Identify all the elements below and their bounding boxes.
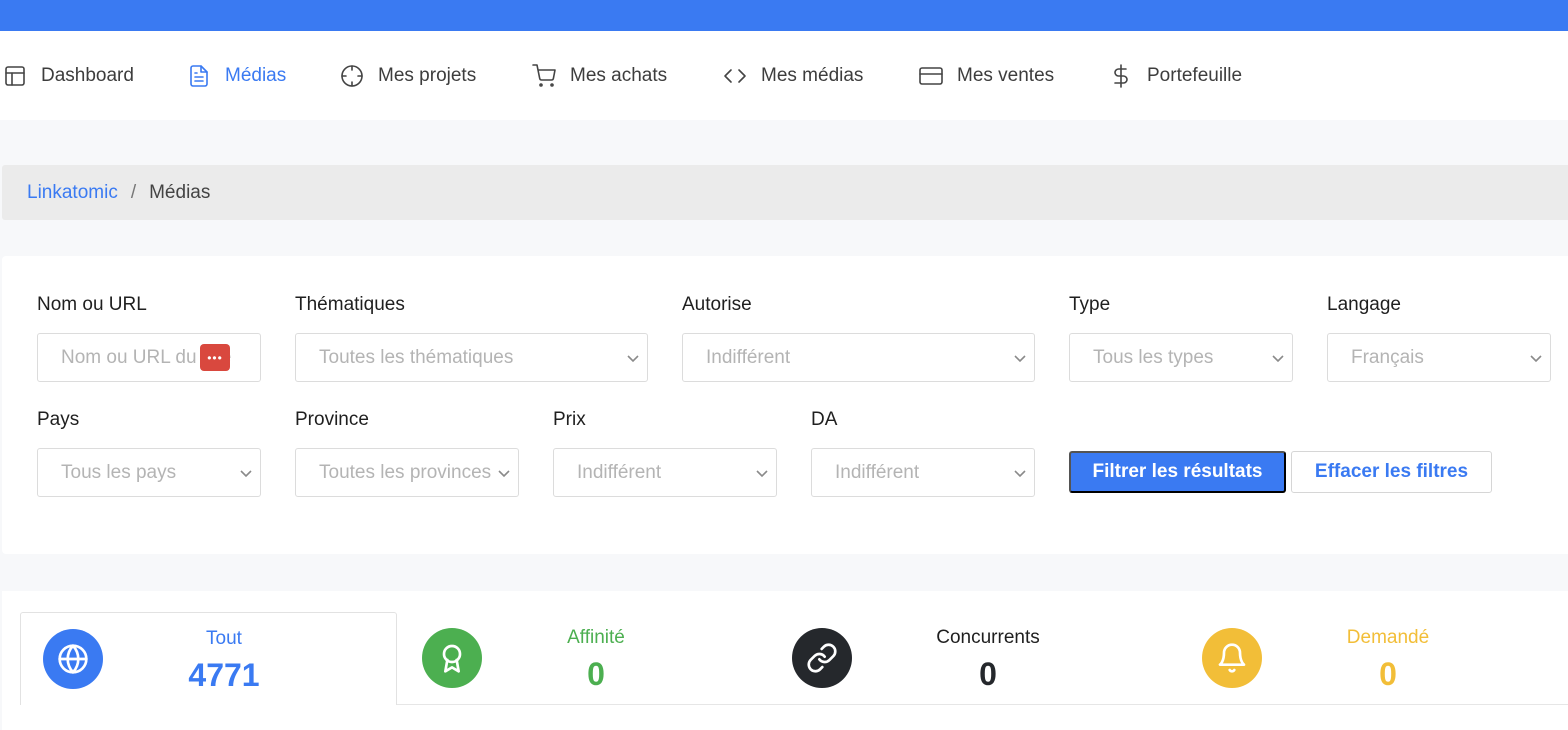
nav-item-mes-ventes[interactable]: Mes ventes <box>918 31 1054 120</box>
stat-value: 0 <box>979 656 997 692</box>
crosshair-icon <box>339 63 365 89</box>
country-select[interactable]: Tous les pays <box>37 448 261 497</box>
stat-value: 0 <box>1379 656 1397 692</box>
chevron-down-icon <box>238 465 254 481</box>
tab-affinite[interactable]: Affinité 0 <box>398 612 768 705</box>
stat-label: Concurrents <box>936 627 1040 648</box>
award-icon <box>422 628 482 688</box>
breadcrumb-root-link[interactable]: Linkatomic <box>27 182 118 204</box>
stat-value: 4771 <box>188 657 260 693</box>
stats-tabs: Tout 4771 Affinité 0 Concurrents 0 Deman… <box>2 591 1568 730</box>
nav-item-portefeuille[interactable]: Portefeuille <box>1108 31 1242 120</box>
cart-icon <box>531 63 557 89</box>
tab-tout[interactable]: Tout 4771 <box>20 612 397 705</box>
tab-demande[interactable]: Demandé 0 <box>1182 612 1562 705</box>
themes-filter-label: Thématiques <box>295 294 405 315</box>
tab-concurrents[interactable]: Concurrents 0 <box>772 612 1172 705</box>
name-filter-label: Nom ou URL <box>37 294 147 315</box>
code-icon <box>722 63 748 89</box>
stat-label: Tout <box>206 628 242 649</box>
nav-item-label: Médias <box>225 64 287 86</box>
type-select[interactable]: Tous les types <box>1069 333 1293 382</box>
chevron-down-icon <box>1012 350 1028 366</box>
nav-item-mes-achats[interactable]: Mes achats <box>531 31 667 120</box>
breadcrumb-current: Médias <box>149 181 211 203</box>
province-filter-label: Province <box>295 409 369 430</box>
main-nav: Dashboard Médias Mes projets Mes achats … <box>0 31 1568 120</box>
nav-item-label: Mes achats <box>570 64 668 86</box>
document-icon <box>186 63 212 89</box>
dollar-icon <box>1108 63 1134 89</box>
price-filter-label: Prix <box>553 409 586 430</box>
nav-item-mes-projets[interactable]: Mes projets <box>339 31 476 120</box>
stat-value: 0 <box>587 656 605 692</box>
chevron-down-icon <box>754 465 770 481</box>
chevron-down-icon <box>496 465 512 481</box>
language-filter-label: Langage <box>1327 294 1401 315</box>
language-select[interactable]: Français <box>1327 333 1551 382</box>
top-bar <box>0 0 1568 31</box>
chevron-down-icon <box>625 350 641 366</box>
nav-item-mes-medias[interactable]: Mes médias <box>722 31 863 120</box>
stat-label: Demandé <box>1346 627 1430 648</box>
nav-item-medias[interactable]: Médias <box>186 31 286 120</box>
nav-item-label: Portefeuille <box>1147 64 1243 86</box>
credit-card-icon <box>918 63 944 89</box>
nav-item-dashboard[interactable]: Dashboard <box>2 31 134 120</box>
da-filter-label: DA <box>811 409 838 430</box>
filter-panel: Nom ou URL Nom ou URL du site ••• Thémat… <box>2 256 1568 554</box>
breadcrumb-separator: / <box>130 181 137 203</box>
province-select[interactable]: Toutes les provinces <box>295 448 519 497</box>
link-icon <box>792 628 852 688</box>
globe-icon <box>43 629 103 689</box>
bell-icon <box>1202 628 1262 688</box>
breadcrumb: Linkatomic / Médias <box>2 165 1568 220</box>
price-select[interactable]: Indifférent <box>553 448 777 497</box>
authorized-filter-label: Autorise <box>682 294 752 315</box>
da-select[interactable]: Indifférent <box>811 448 1035 497</box>
country-filter-label: Pays <box>37 409 80 430</box>
type-filter-label: Type <box>1069 294 1111 315</box>
nav-item-label: Dashboard <box>41 64 134 86</box>
layout-icon <box>2 63 28 89</box>
clear-filters-button[interactable]: Effacer les filtres <box>1291 451 1492 493</box>
chevron-down-icon <box>1270 350 1286 366</box>
chevron-down-icon <box>1528 350 1544 366</box>
themes-select[interactable]: Toutes les thématiques <box>295 333 648 382</box>
nav-item-label: Mes projets <box>378 64 477 86</box>
filter-results-button[interactable]: Filtrer les résultats <box>1069 451 1286 493</box>
password-manager-icon[interactable]: ••• <box>200 344 230 371</box>
stat-label: Affinité <box>567 627 625 648</box>
chevron-down-icon <box>1012 465 1028 481</box>
nav-item-label: Mes médias <box>761 64 864 86</box>
nav-item-label: Mes ventes <box>957 64 1055 86</box>
authorized-select[interactable]: Indifférent <box>682 333 1035 382</box>
